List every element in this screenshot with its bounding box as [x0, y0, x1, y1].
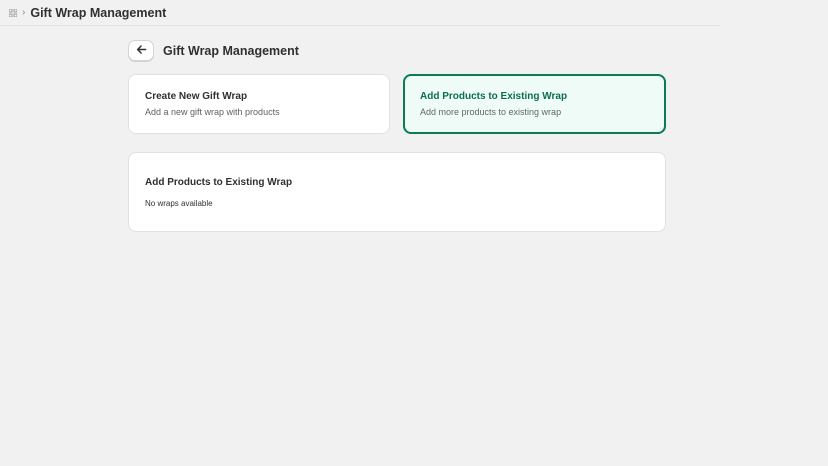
back-button[interactable] — [128, 40, 154, 61]
page-header: Gift Wrap Management — [128, 40, 299, 61]
chevron-right-icon: › — [22, 6, 26, 18]
option-card-create-new-gift-wrap[interactable]: Create New Gift Wrap Add a new gift wrap… — [128, 74, 390, 134]
page-title: Gift Wrap Management — [163, 43, 299, 58]
grid-icon[interactable] — [9, 8, 17, 17]
existing-wrap-panel: Add Products to Existing Wrap No wraps a… — [128, 152, 666, 232]
option-title: Create New Gift Wrap — [145, 91, 248, 102]
option-subtitle: Add more products to existing wrap — [420, 107, 562, 117]
top-bar: › Gift Wrap Management — [0, 0, 720, 26]
option-title: Add Products to Existing Wrap — [420, 91, 568, 102]
breadcrumb-title: Gift Wrap Management — [30, 5, 167, 20]
option-subtitle: Add a new gift wrap with products — [145, 107, 280, 117]
panel-title: Add Products to Existing Wrap — [145, 177, 293, 188]
empty-state-message: No wraps available — [145, 199, 213, 208]
option-card-add-to-existing-wrap[interactable]: Add Products to Existing Wrap Add more p… — [403, 74, 666, 134]
arrow-left-icon — [136, 42, 147, 60]
